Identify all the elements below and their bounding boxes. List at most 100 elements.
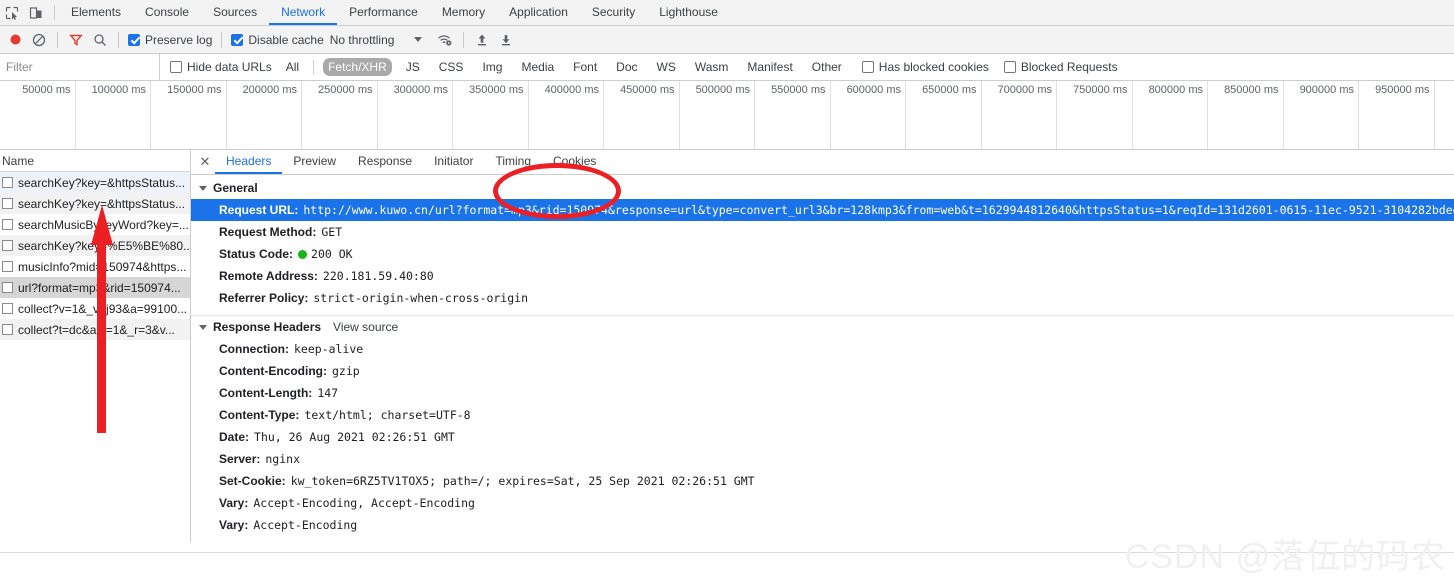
tab-security[interactable]: Security xyxy=(580,0,647,25)
timeline-tick: 500000 ms xyxy=(680,81,756,149)
export-har-icon[interactable] xyxy=(497,31,515,49)
tab-response[interactable]: Response xyxy=(347,150,423,174)
request-method-value: GET xyxy=(316,224,342,240)
tab-timing[interactable]: Timing xyxy=(484,150,542,174)
request-row-checkbox[interactable] xyxy=(2,219,13,230)
network-timeline-overview[interactable]: 50000 ms 100000 ms 150000 ms 200000 ms 2… xyxy=(0,81,1454,150)
has-blocked-cookies-box xyxy=(862,61,874,73)
timeline-tick: 50000 ms xyxy=(0,81,76,149)
type-filter-all[interactable]: All xyxy=(281,58,304,76)
request-row-5-selected[interactable]: url?format=mp3&rid=150974... xyxy=(0,277,190,298)
type-filter-js[interactable]: JS xyxy=(401,58,425,76)
request-row-7[interactable]: collect?t=dc&aip=1&_r=3&v... xyxy=(0,319,190,340)
type-filter-wasm[interactable]: Wasm xyxy=(690,58,734,76)
type-filter-img[interactable]: Img xyxy=(477,58,507,76)
type-filter-other[interactable]: Other xyxy=(807,58,847,76)
search-icon[interactable] xyxy=(91,31,109,49)
tab-lighthouse-label: Lighthouse xyxy=(659,5,718,19)
network-split-view: Name searchKey?key=&httpsStatus... searc… xyxy=(0,150,1454,542)
tab-cookies[interactable]: Cookies xyxy=(542,150,607,174)
request-row-1[interactable]: searchKey?key=&httpsStatus... xyxy=(0,193,190,214)
tab-elements[interactable]: Elements xyxy=(59,0,133,25)
tab-performance[interactable]: Performance xyxy=(337,0,430,25)
request-row-name: searchMusicBykeyWord?key=... xyxy=(18,218,189,232)
clear-icon[interactable] xyxy=(30,31,48,49)
tab-memory[interactable]: Memory xyxy=(430,0,497,25)
request-row-checkbox[interactable] xyxy=(2,198,13,209)
status-code-key: Status Code: xyxy=(219,246,293,262)
response-header-key: Content-Encoding: xyxy=(219,363,327,379)
request-row-0[interactable]: searchKey?key=&httpsStatus... xyxy=(0,172,190,193)
request-row-name: collect?v=1&_v=j93&a=99100... xyxy=(18,302,187,316)
preserve-log-checkbox[interactable]: Preserve log xyxy=(128,33,212,47)
response-header-key: Date: xyxy=(219,429,249,445)
timeline-tick: 200000 ms xyxy=(227,81,303,149)
inspect-element-icon[interactable] xyxy=(4,5,20,21)
response-headers-section-header[interactable]: Response Headers View source xyxy=(191,315,1454,338)
type-filter-ws[interactable]: WS xyxy=(652,58,681,76)
tab-sources[interactable]: Sources xyxy=(201,0,269,25)
status-code-row: Status Code: 200 OK xyxy=(191,243,1454,265)
response-header-key: Connection: xyxy=(219,341,289,357)
tab-lighthouse[interactable]: Lighthouse xyxy=(647,0,730,25)
filter-divider xyxy=(313,60,314,74)
disable-cache-label: Disable cache xyxy=(248,33,323,47)
response-header-row: Vary: Accept-Encoding xyxy=(191,514,1454,536)
filter-funnel-icon[interactable] xyxy=(67,31,85,49)
type-filter-fetch-xhr[interactable]: Fetch/XHR xyxy=(323,58,392,76)
disable-cache-checkbox[interactable]: Disable cache xyxy=(231,33,323,47)
tab-initiator[interactable]: Initiator xyxy=(423,150,484,174)
request-row-checkbox[interactable] xyxy=(2,177,13,188)
response-header-key: Content-Length: xyxy=(219,385,312,401)
request-row-checkbox[interactable] xyxy=(2,324,13,335)
general-section-title: General xyxy=(213,181,258,195)
request-row-checkbox[interactable] xyxy=(2,261,13,272)
request-url-row[interactable]: Request URL: http://www.kuwo.cn/url?form… xyxy=(191,199,1454,221)
request-row-checkbox[interactable] xyxy=(2,303,13,314)
import-har-icon[interactable] xyxy=(473,31,491,49)
record-icon[interactable] xyxy=(6,31,24,49)
request-row-2[interactable]: searchMusicBykeyWord?key=... xyxy=(0,214,190,235)
tab-network[interactable]: Network xyxy=(269,0,337,25)
device-toolbar-icon[interactable] xyxy=(28,5,44,21)
filter-input[interactable] xyxy=(0,54,160,80)
tab-preview[interactable]: Preview xyxy=(282,150,347,174)
request-row-3[interactable]: searchKey?key=%E5%BE%80... xyxy=(0,235,190,256)
tab-initiator-label: Initiator xyxy=(434,154,473,168)
type-filter-media[interactable]: Media xyxy=(516,58,559,76)
tab-sources-label: Sources xyxy=(213,5,257,19)
blocked-requests-checkbox[interactable]: Blocked Requests xyxy=(1004,60,1118,74)
tab-application-label: Application xyxy=(509,5,568,19)
type-filter-manifest[interactable]: Manifest xyxy=(742,58,797,76)
response-header-value: Thu, 26 Aug 2021 02:26:51 GMT xyxy=(249,429,455,445)
request-row-checkbox[interactable] xyxy=(2,240,13,251)
chevron-down-icon[interactable] xyxy=(414,37,422,42)
request-row-checkbox[interactable] xyxy=(2,282,13,293)
type-filter-doc[interactable]: Doc xyxy=(611,58,642,76)
tab-console[interactable]: Console xyxy=(133,0,201,25)
hide-data-urls-checkbox[interactable]: Hide data URLs xyxy=(170,60,272,74)
response-view-source-link[interactable]: View source xyxy=(333,320,398,334)
response-header-row: Vary: Accept-Encoding, Accept-Encoding xyxy=(191,492,1454,514)
response-header-value: nginx xyxy=(260,451,300,467)
request-row-6[interactable]: collect?v=1&_v=j93&a=99100... xyxy=(0,298,190,319)
tab-application[interactable]: Application xyxy=(497,0,580,25)
timeline-tick-label: 250000 ms xyxy=(318,84,372,96)
close-icon[interactable]: ✕ xyxy=(195,150,215,174)
tab-headers[interactable]: Headers xyxy=(215,150,282,174)
hide-data-urls-box xyxy=(170,61,182,73)
status-code-value-wrap: 200 OK xyxy=(293,246,353,262)
throttling-select[interactable]: No throttling xyxy=(330,33,395,47)
tab-response-label: Response xyxy=(358,154,412,168)
network-conditions-icon[interactable] xyxy=(436,31,454,49)
timeline-tick-label: 350000 ms xyxy=(469,84,523,96)
general-section-header[interactable]: General xyxy=(191,177,1454,199)
has-blocked-cookies-checkbox[interactable]: Has blocked cookies xyxy=(862,60,989,74)
timeline-tick: 100000 ms xyxy=(76,81,152,149)
type-filter-css[interactable]: CSS xyxy=(434,58,469,76)
request-url-key: Request URL: xyxy=(219,202,298,218)
response-header-row: Server: nginx xyxy=(191,448,1454,470)
request-row-name: musicInfo?mid=150974&https... xyxy=(18,260,186,274)
request-row-4[interactable]: musicInfo?mid=150974&https... xyxy=(0,256,190,277)
type-filter-font[interactable]: Font xyxy=(568,58,602,76)
